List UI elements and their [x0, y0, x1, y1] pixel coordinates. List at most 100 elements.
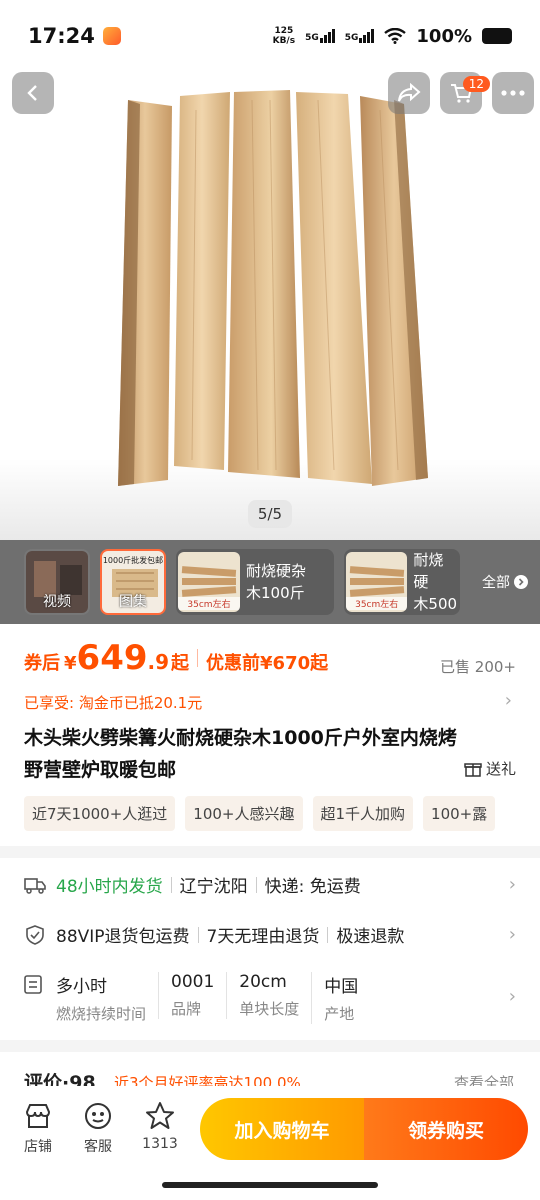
signal-bars-icon [319, 29, 335, 43]
cart-count-badge: 12 [462, 76, 490, 92]
list-icon [24, 974, 46, 998]
share-button[interactable] [388, 72, 430, 114]
chevron-right-icon: › [508, 924, 516, 945]
tag-item: 超1千人加购 [312, 796, 414, 831]
sku-500-line1: 耐烧硬 [413, 551, 444, 591]
truck-icon [24, 874, 46, 896]
service-fast-refund: 极速退款 [336, 927, 405, 947]
sku-500-caption: 35cm左右 [346, 597, 408, 610]
spec-key: 单块长度 [239, 1000, 300, 1018]
shield-icon [24, 924, 46, 946]
service-row[interactable]: 88VIP退货包运费 7天无理由退货 极速退款 › [24, 922, 516, 947]
more-dots-icon [501, 90, 525, 96]
add-to-cart-button[interactable]: 加入购物车 [200, 1098, 364, 1160]
speed-value: 125 [274, 26, 294, 36]
ship-origin: 辽宁沈阳 [179, 877, 248, 897]
thumb-gallery[interactable]: 1000斤批发包邮 图集 [100, 549, 166, 615]
chevron-right-icon: › [508, 874, 516, 895]
chevron-right-icon[interactable]: › [505, 690, 512, 711]
favorite-count: 1313 [142, 1136, 178, 1152]
image-counter: 5/5 [248, 500, 292, 528]
signal-bars-icon [359, 29, 375, 43]
divider [327, 926, 329, 943]
status-bar: 17:24 125 KB/s 5G 5G 100% [0, 0, 540, 72]
thumb-gallery-caption: 1000斤批发包邮 [102, 556, 164, 565]
gift-icon [464, 762, 482, 777]
speed-unit: KB/s [272, 36, 296, 46]
price-integer: 649 [76, 638, 148, 678]
net-type-1: 5G [305, 33, 319, 43]
spec-origin: 中国 产地 [311, 972, 370, 1024]
spec-value: 0001 [171, 972, 215, 992]
express-fee: 快递: 免运费 [264, 877, 361, 897]
gift-label: 送礼 [485, 760, 516, 778]
product-info-card: 券后 ¥ 649 .9 起 优惠前¥670起 已售 200+ 已享受: 淘金币已… [0, 624, 540, 846]
spec-value: 20cm [239, 972, 287, 992]
sku-500-line2: 木500 [413, 595, 458, 613]
sku-500-label: 耐烧硬 木500 [413, 549, 458, 615]
price-suffix: 起 [171, 653, 190, 674]
dispatch-time: 48小时内发货 [56, 877, 163, 897]
app-notification-icon [102, 27, 121, 45]
battery-percent: 100% [416, 25, 472, 47]
wifi-icon [384, 28, 407, 44]
sku-100-line2: 木100斤 [246, 584, 305, 602]
cart-button[interactable]: 12 [440, 72, 490, 114]
thumb-sku-500[interactable]: 35cm左右 耐烧硬 木500 [344, 549, 460, 615]
favorite-button[interactable]: 1313 [130, 1100, 190, 1152]
divider [255, 876, 257, 893]
tag-item: 近7天1000+人逛过 [24, 796, 176, 831]
shop-icon [25, 1104, 51, 1128]
purchase-buttons: 加入购物车 领券购买 [200, 1098, 528, 1160]
star-icon [146, 1102, 174, 1129]
sku-100-label: 耐烧硬杂 木100斤 [246, 560, 306, 604]
spec-key: 品牌 [171, 1000, 202, 1018]
shop-label: 店铺 [24, 1139, 52, 1155]
divider [170, 876, 172, 893]
gift-button[interactable]: 送礼 [464, 758, 516, 779]
view-all-label: 全部 [482, 575, 510, 591]
thumb-gallery-label: 图集 [119, 594, 147, 610]
buy-now-button[interactable]: 领券购买 [364, 1098, 528, 1160]
customer-service-button[interactable]: 客服 [68, 1100, 128, 1156]
spec-row[interactable]: 多小时 燃烧持续时间 0001 品牌 20cm 单块长度 中国 产地 › [24, 972, 516, 1032]
chevron-right-icon: › [508, 986, 516, 1007]
sku-100-image: 35cm左右 [178, 552, 240, 612]
spec-burn-time: 多小时 燃烧持续时间 [56, 972, 158, 1024]
coin-discount[interactable]: 已享受: 淘金币已抵20.1元 [24, 692, 202, 713]
tag-item: 100+人感兴趣 [185, 796, 303, 831]
divider [197, 926, 199, 943]
price-prefix: 券后 [24, 653, 60, 674]
shop-button[interactable]: 店铺 [8, 1100, 68, 1156]
thumb-sku-100[interactable]: 35cm左右 耐烧硬杂 木100斤 [176, 549, 334, 615]
price-divider [197, 649, 199, 667]
service-face-icon [85, 1103, 111, 1129]
spec-value: 多小时 [56, 977, 107, 997]
shipping-row[interactable]: 48小时内发货 辽宁沈阳 快递: 免运费 › [24, 872, 516, 897]
spec-key: 产地 [324, 1005, 355, 1023]
chevron-right-circle-icon [514, 575, 528, 589]
thumb-video[interactable]: 视频 [24, 549, 90, 615]
more-button[interactable] [492, 72, 534, 114]
price-currency: ¥ [64, 653, 77, 674]
spec-key: 燃烧持续时间 [56, 1005, 147, 1023]
sold-count: 已售 200+ [440, 658, 516, 676]
view-all-thumbs-button[interactable]: 全部 [482, 572, 528, 592]
spec-value: 中国 [324, 977, 359, 997]
thumb-video-label: 视频 [43, 594, 71, 610]
price-row: 券后 ¥ 649 .9 起 优惠前¥670起 [24, 638, 328, 678]
tag-item: 100+露 [423, 796, 496, 831]
product-title: 木头柴火劈柴篝火耐烧硬杂木1000斤户外室内烧烤野营壁炉取暖包邮 [24, 727, 457, 781]
price-decimal: .9 [147, 650, 170, 674]
sku-100-caption: 35cm左右 [178, 597, 240, 610]
network-speed: 125 KB/s [273, 26, 295, 46]
net-type-2: 5G [344, 33, 359, 43]
tag-list: 近7天1000+人逛过 100+人感兴趣 超1千人加购 100+露 [24, 796, 524, 831]
chevron-left-icon [27, 85, 37, 101]
battery-icon [482, 28, 512, 44]
spec-length: 20cm 单块长度 [226, 972, 311, 1019]
home-indicator[interactable] [162, 1182, 378, 1188]
sku-500-image: 35cm左右 [346, 552, 408, 612]
product-detail-page: 17:24 125 KB/s 5G 5G 100% 12 5/5 视频 1000… [0, 0, 540, 1200]
back-button[interactable] [12, 72, 54, 114]
